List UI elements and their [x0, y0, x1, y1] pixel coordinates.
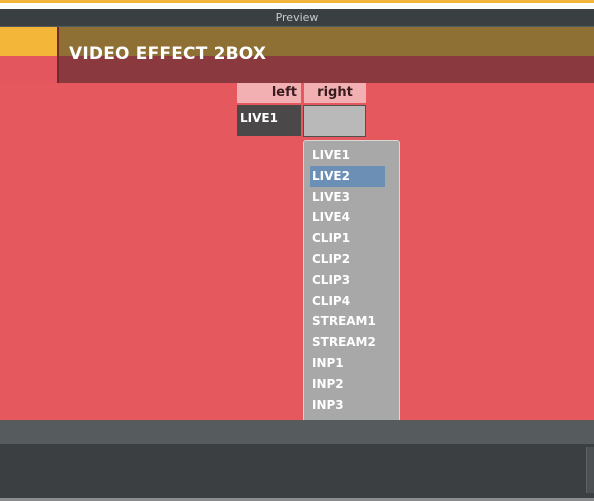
left-source-select[interactable]: LIVE1	[237, 105, 301, 136]
status-bar	[0, 420, 594, 444]
effect-header: VIDEO EFFECT 2BOX	[0, 27, 594, 83]
header-separator	[57, 27, 59, 83]
right-source-select[interactable]	[303, 105, 366, 137]
effect-panel: left right LIVE1	[0, 83, 594, 420]
dropdown-option-clip4[interactable]: CLIP4	[310, 291, 385, 312]
dropdown-option-stream1[interactable]: STREAM1	[310, 311, 385, 332]
header-accent-top	[0, 27, 57, 56]
dropdown-option-clip1[interactable]: CLIP1	[310, 228, 385, 249]
window-title: Preview	[275, 11, 319, 24]
dropdown-option-live1[interactable]: LIVE1	[310, 145, 385, 166]
effect-title: VIDEO EFFECT 2BOX	[69, 44, 267, 64]
top-edge	[0, 0, 594, 9]
preview-title-bar[interactable]: Preview	[0, 9, 594, 27]
dropdown-option-clip2[interactable]: CLIP2	[310, 249, 385, 270]
scrollbar[interactable]	[586, 447, 594, 493]
dropdown-option-inp2[interactable]: INP2	[310, 374, 385, 395]
header-accent-bottom	[0, 56, 57, 83]
column-header-right: right	[304, 83, 366, 103]
dropdown-option-live4[interactable]: LIVE4	[310, 207, 385, 228]
bottom-panel	[0, 444, 594, 498]
source-dropdown-list[interactable]: LIVE1 LIVE2 LIVE3 LIVE4 CLIP1 CLIP2 CLIP…	[303, 140, 400, 446]
dropdown-option-clip3[interactable]: CLIP3	[310, 270, 385, 291]
dropdown-option-inp1[interactable]: INP1	[310, 353, 385, 374]
column-header-left: left	[237, 83, 301, 103]
dropdown-option-live2[interactable]: LIVE2	[310, 165, 385, 187]
accent-line	[0, 0, 594, 3]
dropdown-option-stream2[interactable]: STREAM2	[310, 332, 385, 353]
dropdown-option-live3[interactable]: LIVE3	[310, 187, 385, 208]
dropdown-option-inp3[interactable]: INP3	[310, 395, 385, 416]
